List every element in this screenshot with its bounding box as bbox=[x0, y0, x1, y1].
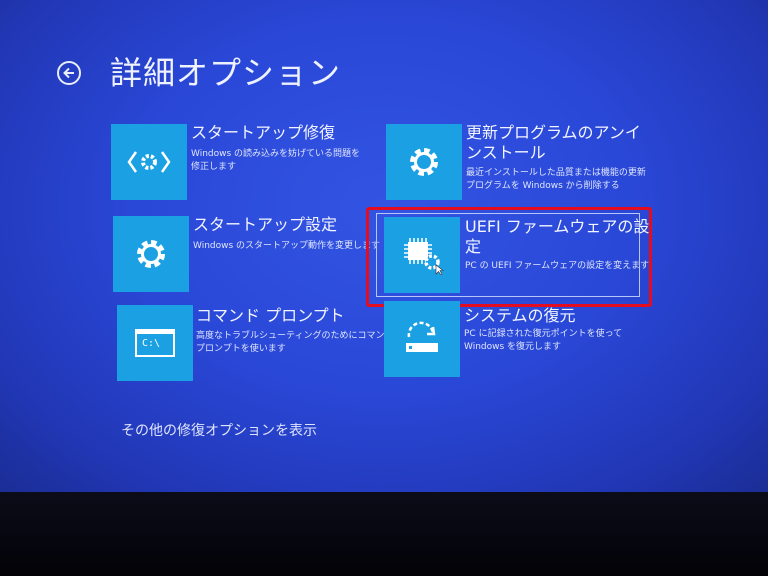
startup-settings-tile bbox=[113, 216, 189, 292]
option-title: スタートアップ設定 bbox=[193, 215, 338, 234]
option-description: 修正します bbox=[191, 162, 237, 172]
command-prompt-tile: C:\ bbox=[117, 305, 193, 381]
highlight-annotation bbox=[366, 207, 652, 307]
command-prompt-glyph: C:\ bbox=[142, 338, 161, 349]
option-title: コマンド プロンプト bbox=[196, 306, 345, 325]
option-title: スタートアップ修復 bbox=[191, 123, 336, 142]
option-title: システムの復元 bbox=[464, 306, 576, 325]
option-description: 高度なトラブルシューティングのためにコマンド bbox=[196, 331, 394, 341]
gear-icon bbox=[137, 240, 165, 268]
option-title: 更新プログラムのアンイ bbox=[466, 123, 641, 142]
more-recovery-options-link[interactable]: その他の修復オプションを表示 bbox=[121, 420, 317, 440]
back-button[interactable] bbox=[57, 61, 81, 85]
option-description: プロンプトを使います bbox=[196, 344, 286, 354]
startup-repair-icon bbox=[127, 151, 171, 173]
page-title: 詳細オプション bbox=[110, 54, 342, 92]
uninstall-updates-tile bbox=[386, 124, 462, 200]
system-restore-tile bbox=[384, 301, 460, 377]
command-prompt-icon: C:\ bbox=[135, 329, 175, 357]
option-description: プログラムを Windows から削除する bbox=[466, 181, 620, 191]
recovery-screen: 詳細オプション スタートアップ修復 Windows の読み込みを妨げている問題を… bbox=[0, 0, 768, 492]
monitor-bezel bbox=[0, 492, 768, 576]
option-description: Windows を復元します bbox=[464, 342, 562, 352]
option-title: ンストール bbox=[466, 143, 546, 162]
option-description: Windows のスタートアップ動作を変更します bbox=[193, 241, 381, 251]
system-restore-icon bbox=[406, 321, 438, 352]
startup-repair-tile bbox=[111, 124, 187, 200]
option-description: Windows の読み込みを妨げている問題を bbox=[191, 149, 361, 159]
option-description: 最近インストールした品質または機能の更新 bbox=[466, 168, 646, 178]
gear-icon bbox=[410, 148, 438, 176]
option-description: PC に記録された復元ポイントを使って bbox=[464, 329, 623, 339]
back-arrow-icon bbox=[63, 67, 74, 79]
